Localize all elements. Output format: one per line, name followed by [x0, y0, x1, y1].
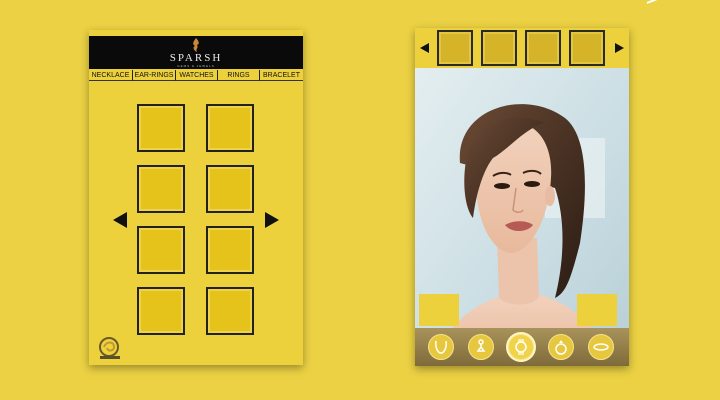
prev-page-button[interactable]: [113, 212, 127, 228]
try-on-screen: [415, 28, 629, 366]
thumbnail-slot[interactable]: [437, 30, 473, 66]
swirl-logo-icon: [99, 337, 120, 359]
thumbnail-slot[interactable]: [569, 30, 605, 66]
brand-name: SPARSH: [169, 51, 223, 64]
next-page-button[interactable]: [265, 212, 279, 228]
category-tabs: NECKLACE EAR-RINGS WATCHES RINGS BRACELE…: [89, 70, 303, 81]
earring-icon: [476, 339, 486, 352]
product-slot[interactable]: [137, 104, 185, 152]
thumbnail-next-button[interactable]: [615, 43, 624, 53]
tab-necklace[interactable]: NECKLACE: [89, 70, 133, 81]
tab-watches[interactable]: WATCHES: [176, 70, 218, 81]
tab-rings[interactable]: RINGS: [218, 70, 260, 81]
necklace-icon: [435, 340, 447, 354]
watch-icon: [515, 339, 527, 355]
category-screen: SPARSH GEMS & JEWELS NECKLACE EAR-RINGS …: [89, 30, 303, 365]
corner-mark-icon: [646, 0, 658, 4]
bracelet-icon: [593, 343, 609, 351]
product-slot[interactable]: [206, 287, 254, 335]
brand-flame-icon: [193, 37, 199, 52]
thumbnail-strip: [415, 28, 629, 68]
tab-bracelet[interactable]: BRACELET: [260, 70, 303, 81]
thumbnail-slot[interactable]: [481, 30, 517, 66]
brand-header: SPARSH GEMS & JEWELS: [89, 36, 303, 69]
product-slot[interactable]: [206, 104, 254, 152]
jewelry-toolbar: [415, 328, 629, 366]
tab-ear-rings[interactable]: EAR-RINGS: [133, 70, 176, 81]
product-slot[interactable]: [137, 165, 185, 213]
overlay-left-slot[interactable]: [419, 294, 459, 326]
thumbnail-slot[interactable]: [525, 30, 561, 66]
product-slot[interactable]: [137, 287, 185, 335]
product-slot[interactable]: [206, 226, 254, 274]
earring-tool-button[interactable]: [468, 334, 494, 360]
overlay-right-slot[interactable]: [577, 294, 617, 326]
bracelet-tool-button[interactable]: [588, 334, 614, 360]
ring-icon: [555, 340, 567, 355]
necklace-tool-button[interactable]: [428, 334, 454, 360]
thumbnail-prev-button[interactable]: [420, 43, 429, 53]
watch-tool-button[interactable]: [508, 334, 534, 360]
brand-tagline: GEMS & JEWELS: [177, 63, 215, 68]
product-slot[interactable]: [206, 165, 254, 213]
ring-tool-button[interactable]: [548, 334, 574, 360]
product-slot[interactable]: [137, 226, 185, 274]
